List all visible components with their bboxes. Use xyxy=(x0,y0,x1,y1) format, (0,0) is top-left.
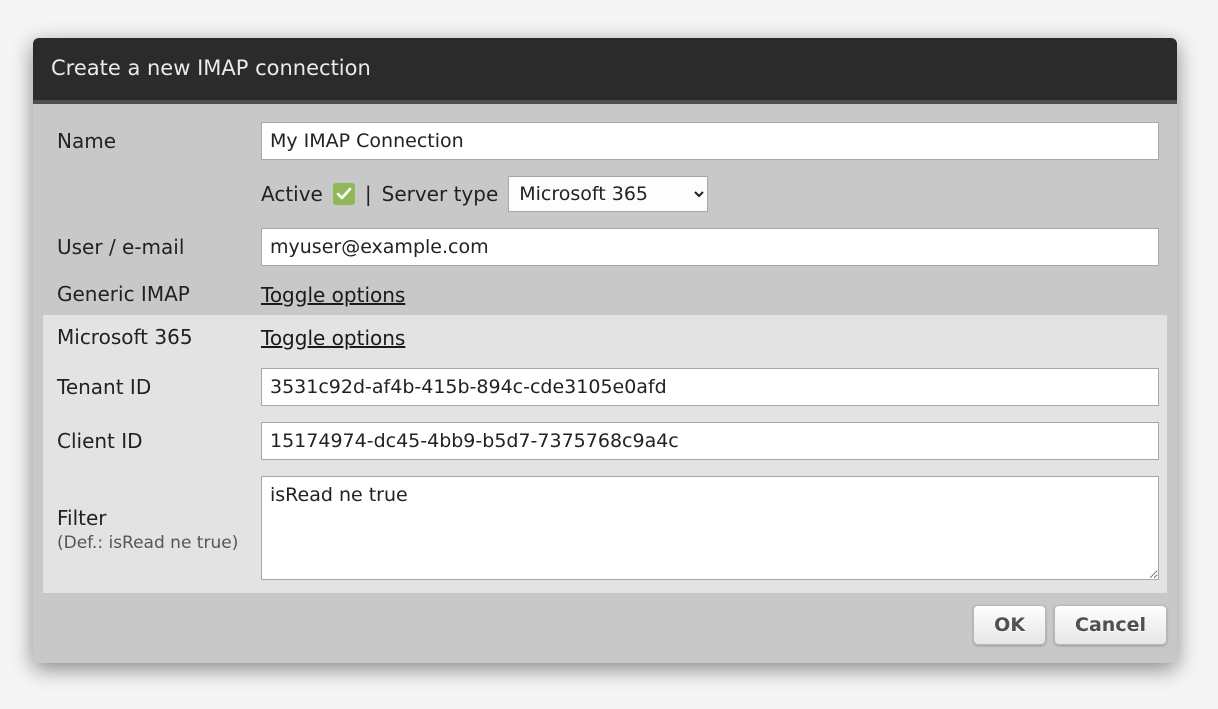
separator: | xyxy=(365,182,372,206)
label-active: Active xyxy=(261,182,323,206)
label-client-id: Client ID xyxy=(43,414,261,468)
label-server-type: Server type xyxy=(382,182,499,206)
active-checkbox[interactable] xyxy=(333,183,355,205)
ms365-toggle-link[interactable]: Toggle options xyxy=(261,326,405,350)
generic-imap-toggle-link[interactable]: Toggle options xyxy=(261,283,405,307)
server-type-select[interactable]: Microsoft 365 xyxy=(508,176,708,212)
active-servertype-row: Active | Server type Microsoft 365 xyxy=(261,176,1159,212)
imap-connection-dialog: Create a new IMAP connection Name Active xyxy=(33,38,1177,663)
checkmark-icon xyxy=(336,186,352,202)
user-email-input[interactable] xyxy=(261,228,1159,266)
label-filter-note: (Def.: isRead ne true) xyxy=(57,533,255,554)
ok-button[interactable]: OK xyxy=(973,605,1046,645)
label-ms365: Microsoft 365 xyxy=(43,315,261,360)
dialog-body: Name Active xyxy=(33,104,1177,597)
dialog-footer: OK Cancel xyxy=(33,597,1177,663)
name-input[interactable] xyxy=(261,122,1159,160)
label-user-email: User / e-mail xyxy=(43,220,261,274)
filter-textarea[interactable] xyxy=(261,476,1159,580)
label-name: Name xyxy=(43,114,261,168)
client-id-input[interactable] xyxy=(261,422,1159,460)
label-generic-imap: Generic IMAP xyxy=(43,274,261,315)
dialog-title: Create a new IMAP connection xyxy=(33,38,1177,104)
label-tenant-id: Tenant ID xyxy=(43,360,261,414)
form-table: Name Active xyxy=(43,114,1167,593)
label-filter: Filter xyxy=(57,506,107,530)
cancel-button[interactable]: Cancel xyxy=(1054,605,1167,645)
tenant-id-input[interactable] xyxy=(261,368,1159,406)
